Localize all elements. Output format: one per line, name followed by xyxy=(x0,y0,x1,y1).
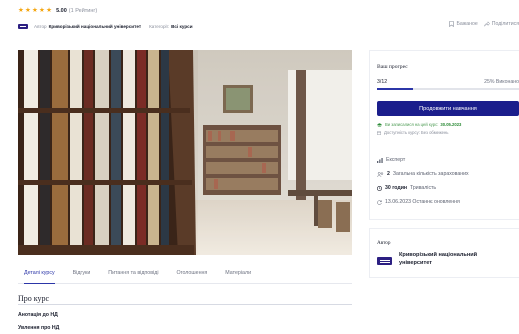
updated-row: 13.06.2023 Останнє оновлення xyxy=(377,199,460,205)
wishlist-label: Бажаное xyxy=(456,21,478,27)
library-bookshelf-photo xyxy=(18,50,352,255)
refresh-icon xyxy=(377,199,382,205)
star-icon: ★ xyxy=(18,7,24,14)
star-icon: ★ xyxy=(46,7,52,14)
author-label: Автор xyxy=(34,24,47,29)
clock-icon xyxy=(377,185,382,191)
category-link[interactable]: Всі курси xyxy=(171,24,192,29)
about-item[interactable]: Увлення про НД xyxy=(18,325,59,331)
category-label: Категорії: xyxy=(149,24,170,29)
tab-qa[interactable]: Питання та відповіді xyxy=(108,270,158,284)
duration-label: Тривалість xyxy=(410,185,437,191)
enrolled-count: 2 xyxy=(387,171,390,177)
tab-materials[interactable]: Матеріали xyxy=(225,270,251,284)
star-icon: ★ xyxy=(32,7,38,14)
continue-learning-button[interactable]: Продовжити навчання xyxy=(377,101,519,116)
enrolled-count-row: 2 Загальна кількість зарахованих xyxy=(377,171,469,177)
progress-bar xyxy=(377,88,519,90)
level-icon xyxy=(377,157,383,163)
author-name-link[interactable]: Криворізький національний університет xyxy=(399,251,509,267)
course-tabs: Деталі курсу Відгуки Питання та відповід… xyxy=(18,270,352,284)
share-label: Поділитися xyxy=(491,21,519,27)
duration-row: 30 годин Тривалість xyxy=(377,185,436,191)
star-icon: ★ xyxy=(25,7,31,14)
star-icon: ★ xyxy=(39,7,45,14)
share-icon xyxy=(483,21,490,27)
level-text: Експерт xyxy=(386,157,406,163)
enrolled-count-label: Загальна кількість зарахованих xyxy=(392,171,469,177)
author-card: Автор Криворізький національний універси… xyxy=(369,228,519,278)
bookmark-icon xyxy=(449,21,455,27)
progress-title: Ваш прогрес xyxy=(377,64,408,70)
enrolled-label: Ви записалися на цей курс xyxy=(385,122,438,127)
enrolled-icon xyxy=(377,171,384,177)
course-rating: ★ ★ ★ ★ ★ 5.00 (1 Рейтинг) xyxy=(18,7,98,15)
graduation-cap-icon xyxy=(377,122,382,127)
access-text: Доступність курсу: Без обмежень xyxy=(384,130,449,135)
progress-percent: 25% Виконано xyxy=(484,79,519,85)
author-link[interactable]: Криворізький національний університет xyxy=(49,24,142,29)
tab-reviews[interactable]: Відгуки xyxy=(73,270,91,284)
progress-bar-fill xyxy=(377,88,413,90)
enrolled-date: 30.05.2023 xyxy=(440,122,462,127)
about-item[interactable]: Анотація до НД xyxy=(18,312,58,318)
university-logo-icon xyxy=(18,24,28,29)
course-actions: Бажаное Поділитися xyxy=(443,21,519,27)
calendar-icon xyxy=(377,130,381,135)
author-card-title: Автор xyxy=(377,240,391,246)
duration-value: 30 годин xyxy=(385,185,408,191)
level-row: Експерт xyxy=(377,157,405,163)
share-button[interactable]: Поділитися xyxy=(483,21,519,27)
course-meta: Автор Криворізький національний універси… xyxy=(18,24,193,29)
rating-value: 5.00 xyxy=(56,8,67,15)
rating-count: (1 Рейтинг) xyxy=(68,8,98,15)
course-hero-image xyxy=(18,50,352,255)
divider xyxy=(18,304,352,305)
tab-announcements[interactable]: Оголошення xyxy=(177,270,208,284)
wishlist-button[interactable]: Бажаное xyxy=(449,21,478,27)
access-info: Доступність курсу: Без обмежень xyxy=(377,130,449,135)
about-title: Про курс xyxy=(18,294,50,303)
progress-card: Ваш прогрес 3/12 25% Виконано Продовжити… xyxy=(369,50,519,220)
enrolled-info: Ви записалися на цей курс: 30.05.2023 xyxy=(377,122,461,127)
university-logo-icon xyxy=(377,257,392,265)
updated-text: 13.06.2023 Останнє оновлення xyxy=(385,199,460,205)
progress-count: 3/12 xyxy=(377,79,388,85)
tab-details[interactable]: Деталі курсу xyxy=(24,270,55,284)
